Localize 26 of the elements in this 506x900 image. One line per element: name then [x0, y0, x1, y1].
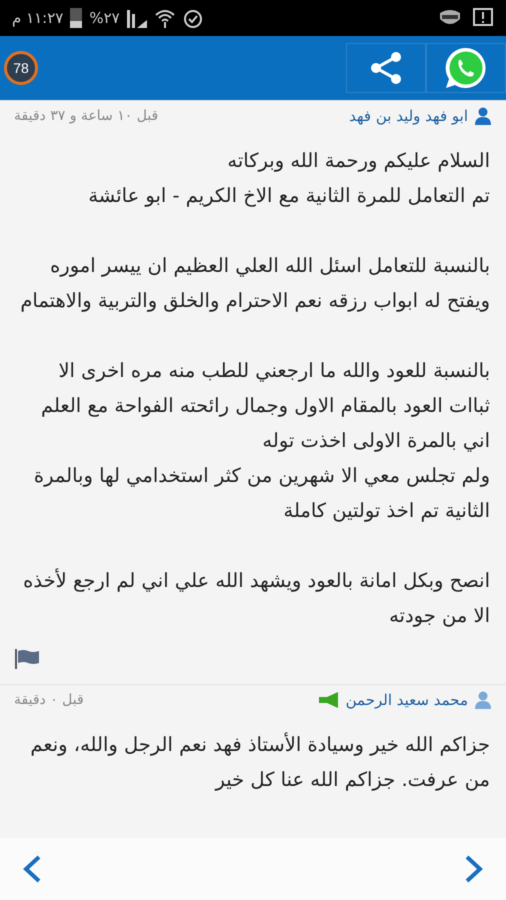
battery-icon [69, 7, 84, 29]
post-text: بالنسبة للعود والله ما ارجعني للطب منه مره اخرى الا ثباات العود بالمقام الاول وجمال رائحته الفواحة مع العلم اني بالمرة الاولى اخذت توله [40, 358, 490, 454]
post-text: تم التعامل للمرة الثانية مع الاخ الكريم - ابو عائشة [87, 183, 490, 209]
author-link[interactable]: ابو فهد وليد بن فهد [349, 107, 468, 125]
mask-icon [438, 9, 462, 27]
status-time: ١١:٢٧ م [12, 9, 64, 27]
alarm-icon [182, 7, 204, 29]
flag-icon[interactable] [14, 648, 40, 670]
post-text: بالنسبة للتعامل اسئل الله العلي العظيم ان ييسر اموره ويفتح له ابواب رزقه نعم الاحترام والخلق والتربية والاهتمام [19, 253, 490, 314]
user-icon [474, 107, 492, 125]
user-icon [474, 691, 492, 709]
post-text: ولم تجلس معي الا شهرين من كثر استخدامي لها وبالمرة الثانية تم اخذ تولتين كاملة [32, 463, 490, 524]
wifi-icon [154, 7, 176, 29]
score-badge: 78 [4, 51, 38, 85]
post-time: قبل ٠ دقيقة [14, 692, 84, 708]
signal-icon [126, 8, 148, 28]
battery-percent: %٢٧ [89, 9, 120, 27]
whatsapp-button[interactable] [426, 43, 506, 93]
post-text: انصح وبكل امانة بالعود ويشهد الله علي اني لم ارجع لأخذه الا من جودته [22, 567, 490, 629]
alert-icon [472, 7, 494, 29]
post-time: قبل ١٠ ساعة و ٣٧ دقيقة [14, 108, 158, 124]
post-text: السلام عليكم ورحمة الله وبركاته [226, 148, 490, 174]
post-text: جزاكم الله خير وسيادة الأستاذ فهد نعم الرجل والله، ونعم من عرفت. جزاكم الله عنا كل خير [29, 731, 490, 793]
author-link[interactable]: محمد سعيد الرحمن [346, 691, 468, 709]
share-button[interactable] [346, 43, 426, 93]
share-icon [369, 51, 403, 85]
